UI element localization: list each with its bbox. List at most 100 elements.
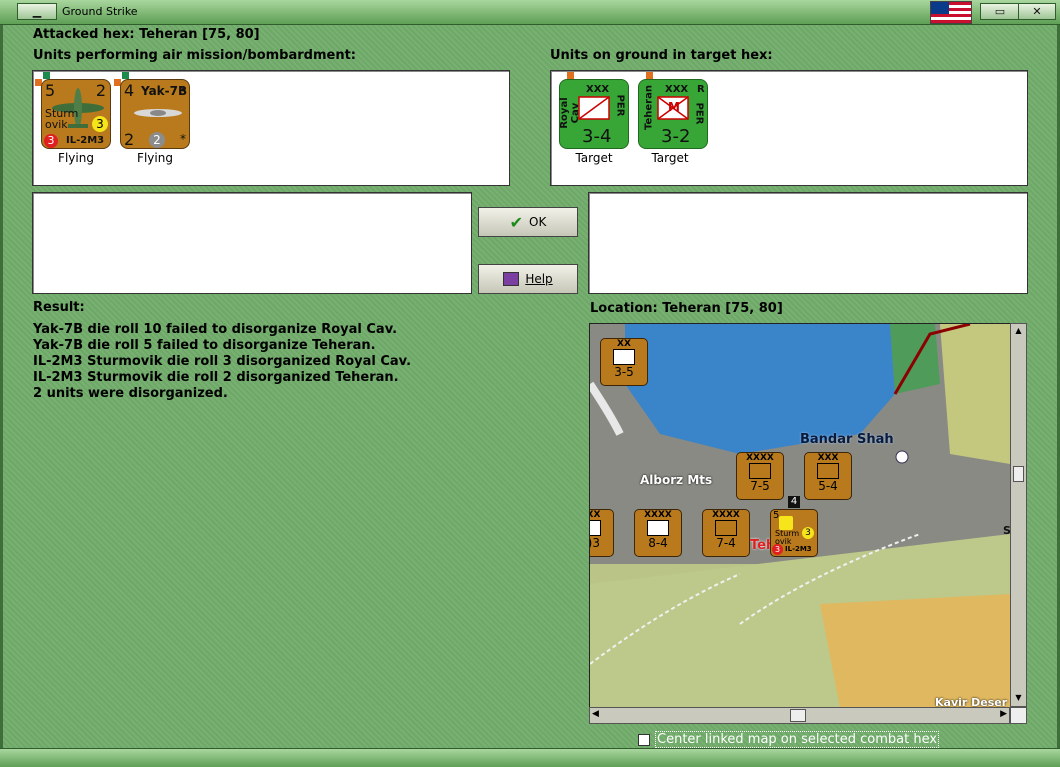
scroll-up-icon[interactable]: ▲ <box>1013 326 1024 337</box>
bomb-badge: 3 <box>92 116 108 132</box>
ok-button-label: OK <box>529 215 547 229</box>
stack-count-badge: 4 <box>788 496 800 508</box>
map-horizontal-scrollbar[interactable]: ◀ ▶ <box>589 707 1010 724</box>
range-value: * <box>180 84 186 98</box>
unit-strength: 3-5 <box>614 365 634 379</box>
scroll-down-icon[interactable]: ▼ <box>1013 693 1024 704</box>
unit-strength: 8-4 <box>648 536 668 550</box>
map-unit-counter[interactable]: XXXX 7-4 <box>702 509 750 557</box>
unit-size: XX <box>617 339 631 349</box>
result-line: 2 units were disorganized. <box>33 386 228 401</box>
title-bar: ▁ Ground Strike ▭ ✕ <box>0 0 1060 25</box>
mission-badge: 3 <box>44 134 58 148</box>
map-label-bandar-shah: Bandar Shah <box>800 432 894 447</box>
infantry-symbol-icon <box>590 520 601 536</box>
unit-size: XXX <box>586 84 610 95</box>
air-unit-status: Flying <box>58 151 94 165</box>
mission-badge: 3 <box>772 544 783 555</box>
ground-unit-royal-cav-counter[interactable]: Royal Cav XXX PER 3-4 <box>559 79 629 149</box>
horizontal-scroll-thumb[interactable] <box>790 709 806 722</box>
unit-id: IL-2M3 <box>66 135 105 146</box>
result-line: Yak-7B die roll 5 failed to disorganize … <box>33 338 376 353</box>
unit-size: XXXX <box>644 510 672 520</box>
map-label-alborz: Alborz Mts <box>640 473 713 487</box>
air-unit-yak7b-counter[interactable]: 4 Yak-7B * 2 2 * <box>120 79 190 149</box>
bomb-badge: 3 <box>802 527 814 539</box>
unit-size: XXX <box>590 510 601 520</box>
ground-units-label: Units on ground in target hex: <box>550 48 773 63</box>
unit-size: XXX <box>665 84 689 95</box>
map-unit-counter[interactable]: XXX 5-4 <box>804 452 852 500</box>
vertical-scroll-thumb[interactable] <box>1013 466 1024 482</box>
restore-button[interactable]: ▭ <box>980 3 1020 20</box>
us-flag-icon <box>930 1 972 24</box>
location-map[interactable]: Bandar Shah Alborz Mts Kavir Deser Teh S… <box>589 323 1011 709</box>
center-map-option[interactable]: Center linked map on selected combat hex <box>638 731 940 748</box>
checkmark-icon: ✔ <box>509 212 524 232</box>
unit-strength: 7-5 <box>750 479 770 493</box>
unit-size: XXXX <box>746 453 774 463</box>
unit-name: Sturm ovik <box>45 107 79 131</box>
center-map-checkbox-label[interactable]: Center linked map on selected combat hex <box>655 731 940 748</box>
infantry-symbol-icon <box>817 463 839 479</box>
air-units-label: Units performing air mission/bombardment… <box>33 48 357 63</box>
unit-name: Teheran <box>643 85 655 130</box>
result-line: Yak-7B die roll 10 failed to disorganize… <box>33 322 398 337</box>
window-title: Ground Strike <box>62 5 138 18</box>
help-button[interactable]: Help <box>478 264 578 294</box>
scroll-right-icon[interactable]: ▶ <box>1000 709 1007 719</box>
result-label: Result: <box>33 300 85 315</box>
unit-strength: 5-4 <box>818 479 838 493</box>
result-log: Yak-7B die roll 10 failed to disorganize… <box>33 322 411 402</box>
map-unit-counter[interactable]: XXXX 8-4 <box>634 509 682 557</box>
air-info-panel <box>32 192 472 294</box>
ground-unit-teheran-counter[interactable]: Teheran XXX M R PER 3-2 <box>638 79 708 149</box>
unit-strength: 3-4 <box>582 126 612 147</box>
defense-value: 2 <box>124 130 135 149</box>
attack-value: 4 <box>124 81 135 100</box>
range-value: * <box>180 132 186 146</box>
map-vertical-scrollbar[interactable]: ▲ ▼ <box>1010 323 1027 707</box>
unit-nation: PER <box>614 94 626 117</box>
unit-size: XXX <box>817 453 839 463</box>
unit-nation: PER <box>693 102 705 125</box>
bottom-bar <box>0 748 1060 767</box>
unit-strength: 3-2 <box>661 126 691 147</box>
scroll-corner <box>1010 707 1027 724</box>
infantry-symbol-icon <box>647 520 669 536</box>
help-button-label: Help <box>525 272 553 286</box>
scroll-left-icon[interactable]: ◀ <box>592 709 599 719</box>
map-air-unit-counter[interactable]: 5 Sturm ovik 3 3 IL-2M3 <box>770 509 818 557</box>
result-line: IL-2M3 Sturmovik die roll 2 disorganized… <box>33 370 399 385</box>
map-unit-counter[interactable]: XX 3-5 <box>600 338 648 386</box>
cavalry-symbol-icon <box>578 96 610 120</box>
ground-unit-status: Target <box>575 151 613 165</box>
minimize-button[interactable]: ▁ <box>17 3 57 20</box>
air-unit-status: Flying <box>137 151 173 165</box>
map-unit-counter[interactable]: XXXX 7-5 <box>736 452 784 500</box>
aircraft-icon <box>134 109 182 117</box>
ground-unit-status: Target <box>651 151 689 165</box>
ground-info-panel <box>588 192 1028 294</box>
ok-button[interactable]: ✔ OK <box>478 207 578 237</box>
attacked-hex-label: Attacked hex: Teheran [75, 80] <box>33 27 260 42</box>
infantry-symbol-icon <box>749 463 771 479</box>
map-unit-counter[interactable]: XXX 4)3 <box>590 509 614 557</box>
unit-marker-icon <box>567 72 574 79</box>
unit-size: XXXX <box>712 510 740 520</box>
unit-strength: 7-4 <box>716 536 736 550</box>
unit-marker-icon <box>646 72 653 79</box>
center-map-checkbox[interactable] <box>638 733 650 746</box>
air-unit-il2-counter[interactable]: 5 2 Sturm ovik 3 3 IL-2M3 <box>41 79 111 149</box>
result-line: IL-2M3 Sturmovik die roll 3 disorganized… <box>33 354 412 369</box>
close-button[interactable]: ✕ <box>1018 3 1056 20</box>
unit-marker-icon <box>43 72 50 79</box>
unit-type: M <box>668 100 680 114</box>
unit-strength: 4)3 <box>590 536 600 550</box>
help-book-icon <box>503 272 520 286</box>
location-label: Location: Teheran [75, 80] <box>590 301 783 316</box>
reserve-mark: R <box>697 84 705 95</box>
infantry-symbol-icon <box>613 349 635 365</box>
infantry-symbol-icon <box>715 520 737 536</box>
bomb-burst-icon <box>779 516 793 530</box>
